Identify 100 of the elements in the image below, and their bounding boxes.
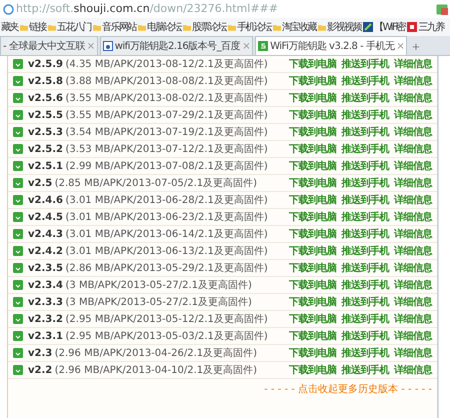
action-link[interactable]: 详细信息 bbox=[394, 176, 432, 190]
action-link[interactable]: 推送到手机 bbox=[342, 260, 389, 276]
site-icon bbox=[407, 22, 418, 32]
download-icon bbox=[13, 76, 23, 86]
url-field[interactable]: http://soft.shouji.com.cn/down/23276.html### bbox=[16, 0, 278, 18]
action-link[interactable]: 下载到电脑 bbox=[289, 108, 336, 122]
action-link[interactable]: 推送到手机 bbox=[342, 158, 389, 174]
bookmark-link[interactable]: 音乐网站 bbox=[102, 20, 136, 34]
action-link[interactable]: 详细信息 bbox=[394, 226, 432, 242]
action-link[interactable]: 下载到电脑 bbox=[289, 312, 336, 326]
action-link[interactable]: 下载到电脑 bbox=[289, 176, 336, 190]
action-link[interactable]: 下载到电脑 bbox=[289, 90, 336, 106]
bookmark-link[interactable]: 电脑论坛 bbox=[147, 20, 181, 34]
download-icon bbox=[13, 297, 23, 307]
action-link[interactable]: 详细信息 bbox=[394, 142, 432, 156]
version-number: v2.5.3 bbox=[28, 126, 63, 140]
action-link[interactable]: 下载到电脑 bbox=[289, 124, 336, 140]
action-link[interactable]: 推送到手机 bbox=[342, 124, 389, 140]
action-link[interactable]: 下载到电脑 bbox=[289, 142, 336, 156]
bookmark-link[interactable]: 手机论坛 bbox=[237, 20, 271, 34]
action-link[interactable]: 详细信息 bbox=[394, 210, 432, 224]
download-icon bbox=[13, 280, 23, 290]
action-link[interactable]: 推送到手机 bbox=[342, 192, 389, 208]
bookmark-link[interactable]: 股票论坛 bbox=[192, 20, 226, 34]
action-link[interactable]: 下载到电脑 bbox=[289, 226, 336, 242]
version-number: v2.3.5 bbox=[28, 262, 63, 276]
bookmark-link[interactable]: 【WiFi密 bbox=[374, 20, 406, 34]
extension-icon[interactable] bbox=[436, 4, 448, 14]
version-number: v2.3.3 bbox=[28, 296, 63, 310]
action-link[interactable]: 推送到手机 bbox=[342, 294, 389, 310]
action-link[interactable]: 下载到电脑 bbox=[289, 56, 336, 72]
action-link[interactable]: 下载到电脑 bbox=[289, 210, 336, 224]
action-link[interactable]: 详细信息 bbox=[394, 74, 432, 88]
bookmark-link[interactable]: 影视视频 bbox=[327, 20, 361, 34]
file-info: (2.96 MB/APK/2013-04-26/2.1及更高固件) bbox=[54, 346, 258, 360]
version-number: v2.5 bbox=[28, 176, 52, 190]
action-link[interactable]: 推送到手机 bbox=[342, 244, 389, 258]
action-link[interactable]: 下载到电脑 bbox=[289, 260, 336, 276]
bookmark-link[interactable]: 淘宝收藏 bbox=[282, 20, 316, 34]
bookmark-link[interactable]: 五花八门 bbox=[57, 20, 91, 34]
action-link[interactable]: 推送到手机 bbox=[342, 176, 389, 190]
folder-icon bbox=[138, 24, 146, 30]
download-icon bbox=[13, 229, 23, 239]
action-link[interactable]: 下载到电脑 bbox=[289, 192, 336, 208]
download-icon bbox=[13, 195, 23, 205]
action-link[interactable]: 详细信息 bbox=[394, 260, 432, 276]
bookmark-link[interactable]: 三九养 bbox=[418, 20, 444, 34]
action-link[interactable]: 推送到手机 bbox=[342, 346, 389, 360]
action-link[interactable]: 详细信息 bbox=[394, 108, 432, 122]
action-link[interactable]: 下载到电脑 bbox=[289, 294, 336, 310]
action-link[interactable]: 推送到手机 bbox=[342, 226, 389, 242]
download-icon bbox=[13, 246, 23, 256]
action-link[interactable]: 推送到手机 bbox=[342, 74, 389, 88]
action-link[interactable]: 详细信息 bbox=[394, 56, 432, 72]
action-link[interactable]: 详细信息 bbox=[394, 90, 432, 106]
version-number: v2.3 bbox=[28, 346, 52, 360]
action-link[interactable]: 推送到手机 bbox=[342, 328, 389, 344]
action-link[interactable]: 推送到手机 bbox=[342, 362, 389, 378]
browser-tab[interactable]: WiFi万能钥匙 v3.2.8 - 手机无 × bbox=[255, 36, 408, 55]
browser-tab[interactable]: - 全球最大中文互联 × bbox=[0, 36, 98, 55]
action-link[interactable]: 推送到手机 bbox=[342, 56, 389, 72]
action-link[interactable]: 详细信息 bbox=[394, 278, 432, 292]
action-link[interactable]: 详细信息 bbox=[394, 346, 432, 360]
close-tab-icon[interactable]: × bbox=[86, 38, 95, 54]
action-link[interactable]: 下载到电脑 bbox=[289, 278, 336, 292]
action-link[interactable]: 下载到电脑 bbox=[289, 362, 336, 378]
action-link[interactable]: 详细信息 bbox=[394, 362, 432, 378]
bookmark-link[interactable]: 链接 bbox=[29, 20, 46, 34]
action-link[interactable]: 推送到手机 bbox=[342, 210, 389, 224]
action-link[interactable]: 推送到手机 bbox=[342, 142, 389, 156]
favicon-icon bbox=[102, 41, 113, 51]
action-link[interactable]: 详细信息 bbox=[394, 244, 432, 258]
file-info: (4.35 MB/APK/2013-08-12/2.1及更高固件) bbox=[66, 58, 268, 72]
action-link[interactable]: 下载到电脑 bbox=[289, 244, 336, 258]
action-link[interactable]: 下载到电脑 bbox=[289, 328, 336, 344]
action-link[interactable]: 详细信息 bbox=[394, 294, 432, 310]
action-link[interactable]: 详细信息 bbox=[394, 158, 432, 174]
action-link[interactable]: 详细信息 bbox=[394, 328, 432, 344]
download-icon bbox=[13, 178, 23, 188]
action-link[interactable]: 推送到手机 bbox=[342, 312, 389, 326]
close-tab-icon[interactable]: × bbox=[396, 38, 404, 54]
collapse-history-link[interactable]: - - - - - 点击收起更多历史版本 - - - - - bbox=[264, 382, 432, 396]
version-number: v2.3.2 bbox=[28, 312, 63, 326]
action-link[interactable]: 下载到电脑 bbox=[289, 158, 336, 174]
action-link[interactable]: 详细信息 bbox=[394, 192, 432, 208]
close-tab-icon[interactable]: × bbox=[242, 38, 250, 54]
new-tab-button[interactable]: + bbox=[409, 40, 423, 55]
action-link[interactable]: 推送到手机 bbox=[342, 90, 389, 106]
action-link[interactable]: 详细信息 bbox=[394, 124, 432, 140]
action-link[interactable]: 推送到手机 bbox=[342, 108, 389, 122]
browser-tab[interactable]: wifi万能钥匙2.16版本号_百度 × bbox=[100, 36, 254, 55]
action-link[interactable]: 下载到电脑 bbox=[289, 74, 336, 88]
file-info: (3 MB/APK/2013-05-27/2.1及更高固件) bbox=[66, 278, 252, 292]
version-number: v2.4.3 bbox=[28, 228, 63, 242]
bookmark-link[interactable]: 藏夹 bbox=[1, 20, 18, 34]
file-info: (2.95 MB/APK/2013-05-12/2.1及更高固件) bbox=[66, 312, 268, 326]
action-link[interactable]: 推送到手机 bbox=[342, 278, 389, 292]
action-link[interactable]: 下载到电脑 bbox=[289, 346, 336, 360]
download-icon bbox=[13, 161, 23, 171]
action-link[interactable]: 详细信息 bbox=[394, 312, 432, 326]
